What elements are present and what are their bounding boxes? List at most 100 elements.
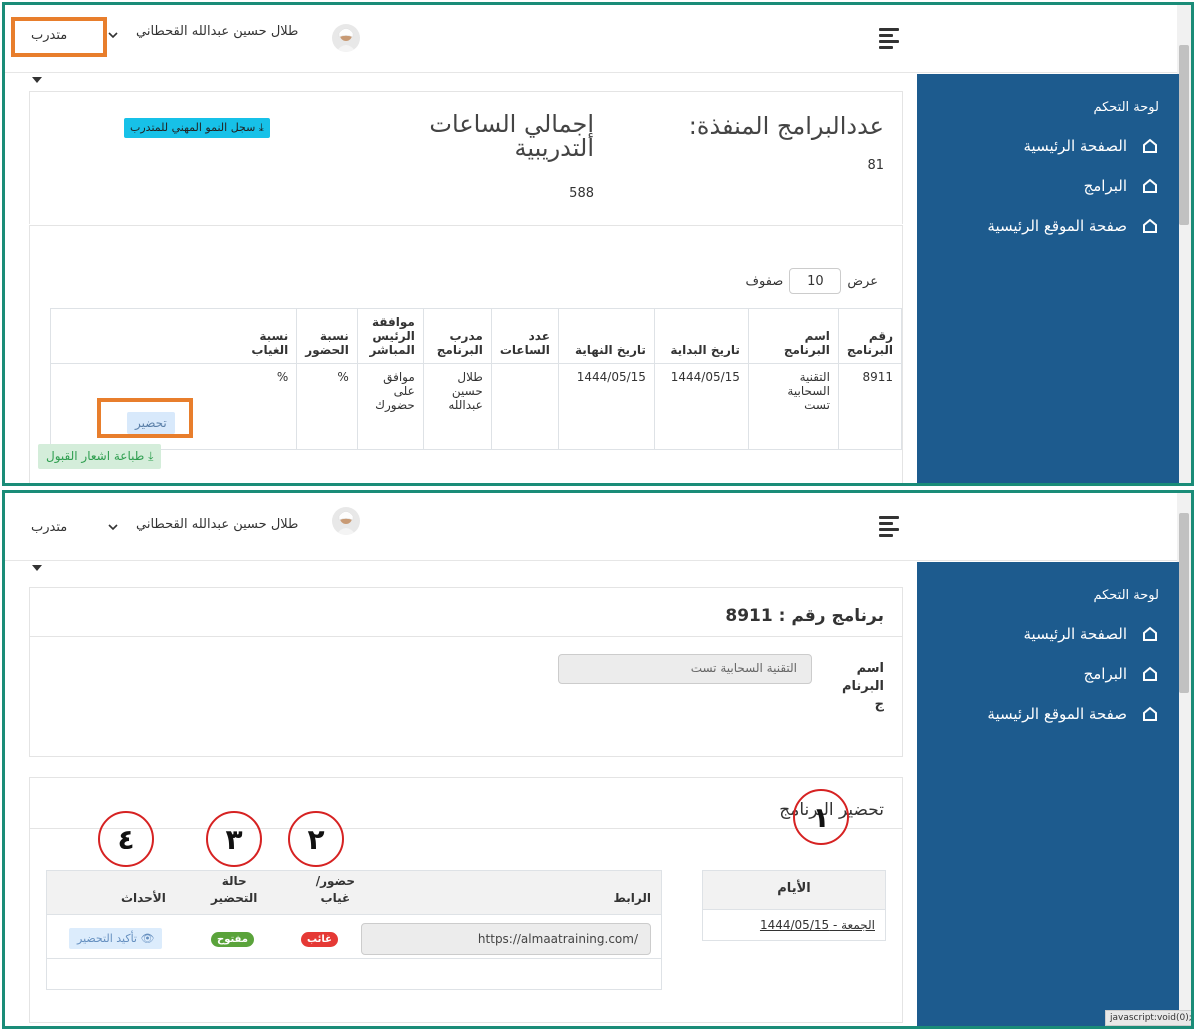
- programs-count-label: عددالبرامج المنفذة:: [688, 112, 884, 140]
- header-program-name: اسم البرنامج: [747, 308, 839, 364]
- programs-count-value: 81: [867, 158, 884, 173]
- header-attendance: نسبة الحضور: [296, 308, 358, 364]
- header-end-date: تاريخ النهاية: [557, 308, 655, 364]
- sidebar-item-label: الصفحة الرئيسية: [1023, 137, 1128, 155]
- header-hours: عدد الساعات: [490, 308, 559, 364]
- status-bar: javascript:void(0);: [1105, 1010, 1191, 1026]
- growth-record-label: سجل النمو المهني للمتدرب: [130, 121, 256, 134]
- scrollbar[interactable]: [1177, 5, 1191, 483]
- header-approval: موافقة الرئيس المباشر: [356, 308, 424, 364]
- screen-program-attendance: طلال حسين عبدالله القحطاني متدرب لوحة ال…: [2, 490, 1194, 1029]
- confirm-attendance-label: تأكيد التحضير: [77, 932, 137, 945]
- sidebar-item-site-home[interactable]: صفحة الموقع الرئيسية: [917, 217, 1179, 235]
- menu-toggle-icon[interactable]: [879, 28, 899, 52]
- growth-record-button[interactable]: ⤓ سجل النمو المهني للمتدرب: [124, 118, 270, 138]
- links-table: الرابط حضور/غياب حالة التحضير الأحداث htt…: [46, 870, 662, 990]
- sidebar-heading: لوحة التحكم: [1093, 100, 1159, 115]
- avatar[interactable]: [332, 507, 360, 535]
- header-absence: نسبة الغياب: [49, 308, 298, 364]
- scrollbar[interactable]: [1177, 493, 1191, 1026]
- program-info-card: برنامج رقم : 8911 اسم البرنام ج التقنية ال…: [29, 587, 903, 757]
- sidebar-item-home[interactable]: الصفحة الرئيسية: [917, 137, 1179, 155]
- cell-end-date: 1444/05/15: [557, 363, 655, 450]
- program-title: برنامج رقم : 8911: [725, 606, 884, 626]
- sidebar-item-programs[interactable]: البرامج: [917, 665, 1179, 683]
- cell-hours: [490, 363, 559, 450]
- annotation-4: ٤: [98, 811, 154, 867]
- absence-value: %: [276, 370, 289, 384]
- day-link[interactable]: الجمعة - 1444/05/15: [702, 910, 886, 941]
- cell-program-name: التقنية السحابية تست: [747, 363, 839, 450]
- cell-program-number: 8911: [837, 363, 903, 450]
- programs-table-card: عرض 10 صفوف رقم البرنامج اسم البرنامج تار…: [29, 225, 903, 483]
- sidebar-item-site-home[interactable]: صفحة الموقع الرئيسية: [917, 705, 1179, 723]
- hours-label: إجمالي الساعات: [429, 110, 594, 138]
- screen-trainee-programs: طلال حسين عبدالله القحطاني متدرب لوحة ال…: [2, 2, 1194, 486]
- annotation-3: ٣: [206, 811, 262, 867]
- download-icon: ⤓: [148, 449, 154, 463]
- program-name-field[interactable]: التقنية السحابية تست: [558, 654, 812, 684]
- page-size-control: عرض 10 صفوف: [746, 268, 878, 294]
- sidebar-item-label: صفحة الموقع الرئيسية: [987, 705, 1127, 723]
- page-size-input[interactable]: 10: [789, 268, 842, 294]
- top-navbar: طلال حسين عبدالله القحطاني متدرب: [5, 5, 1179, 73]
- stats-card: عددالبرامج المنفذة: 81 إجمالي الساعات ال…: [29, 91, 903, 224]
- hours-value: 588: [569, 186, 594, 201]
- sidebar: لوحة التحكم الصفحة الرئيسية البرامج صفحة…: [917, 74, 1179, 483]
- chevron-down-icon[interactable]: [107, 29, 119, 43]
- sidebar-item-label: صفحة الموقع الرئيسية: [987, 217, 1127, 235]
- annotation-2: ٢: [288, 811, 344, 867]
- avatar[interactable]: [332, 24, 360, 52]
- sidebar-heading: لوحة التحكم: [1093, 588, 1159, 603]
- rows-label: صفوف: [745, 273, 784, 289]
- menu-toggle-icon[interactable]: [879, 516, 899, 540]
- link-field[interactable]: https://almaatraining.com/: [361, 923, 651, 955]
- cell-start-date: 1444/05/15: [653, 363, 749, 450]
- collapse-caret-icon[interactable]: [32, 77, 42, 83]
- print-acceptance-button[interactable]: ⤓ طباعة اشعار القبول: [38, 444, 162, 469]
- home-icon: [1143, 666, 1157, 681]
- header-events: الأحداث: [121, 891, 166, 905]
- attendance-card: تحضير البرنامج الأيام الجمعة - 1444/05/1…: [29, 777, 903, 1023]
- program-name-label: اسم البرنام ج: [841, 661, 884, 712]
- eye-icon: 👁: [140, 932, 155, 945]
- open-status-badge: مفتوح: [211, 932, 254, 947]
- collapse-caret-icon[interactable]: [32, 565, 42, 571]
- highlight-role: [11, 17, 107, 57]
- header-status: حالة التحضير: [211, 874, 258, 905]
- sidebar: لوحة التحكم الصفحة الرئيسية البرامج صفحة…: [917, 562, 1179, 1026]
- show-label: عرض: [847, 273, 878, 289]
- days-table: الأيام الجمعة - 1444/05/15: [702, 870, 886, 941]
- highlight-attend: [97, 398, 193, 438]
- cell-approval: موافق على حضورك: [356, 363, 424, 450]
- annotation-1: ١: [793, 789, 849, 845]
- print-acceptance-label: طباعة اشعار القبول: [46, 449, 145, 463]
- home-icon: [1143, 218, 1157, 233]
- header-trainer: مدرب البرنامج: [422, 308, 492, 364]
- absent-badge: غائب: [301, 932, 338, 947]
- sidebar-item-label: الصفحة الرئيسية: [1023, 625, 1128, 643]
- sidebar-item-home[interactable]: الصفحة الرئيسية: [917, 625, 1179, 643]
- sidebar-item-label: البرامج: [1083, 665, 1127, 683]
- cell-trainer: طلال حسين عبدالله: [422, 363, 492, 450]
- download-icon: ⤓: [258, 121, 264, 134]
- cell-attendance: %: [296, 363, 358, 450]
- header-start-date: تاريخ البداية: [653, 308, 749, 364]
- top-navbar: طلال حسين عبدالله القحطاني متدرب: [5, 493, 1179, 561]
- home-icon: [1143, 178, 1157, 193]
- sidebar-item-label: البرامج: [1083, 177, 1127, 195]
- chevron-down-icon[interactable]: [107, 521, 119, 535]
- days-header: الأيام: [702, 870, 886, 910]
- home-icon: [1143, 706, 1157, 721]
- confirm-attendance-button[interactable]: 👁 تأكيد التحضير: [69, 928, 163, 949]
- sidebar-item-programs[interactable]: البرامج: [917, 177, 1179, 195]
- user-name[interactable]: طلال حسين عبدالله القحطاني: [136, 517, 298, 532]
- home-icon: [1143, 626, 1157, 641]
- home-icon: [1143, 138, 1157, 153]
- header-link: الرابط: [613, 891, 651, 905]
- hours-label-2: التدريبية: [514, 134, 594, 162]
- role-label[interactable]: متدرب: [31, 520, 67, 535]
- header-presence: حضور/غياب: [315, 874, 355, 905]
- header-program-number: رقم البرنامج: [837, 308, 903, 364]
- user-name[interactable]: طلال حسين عبدالله القحطاني: [136, 24, 298, 39]
